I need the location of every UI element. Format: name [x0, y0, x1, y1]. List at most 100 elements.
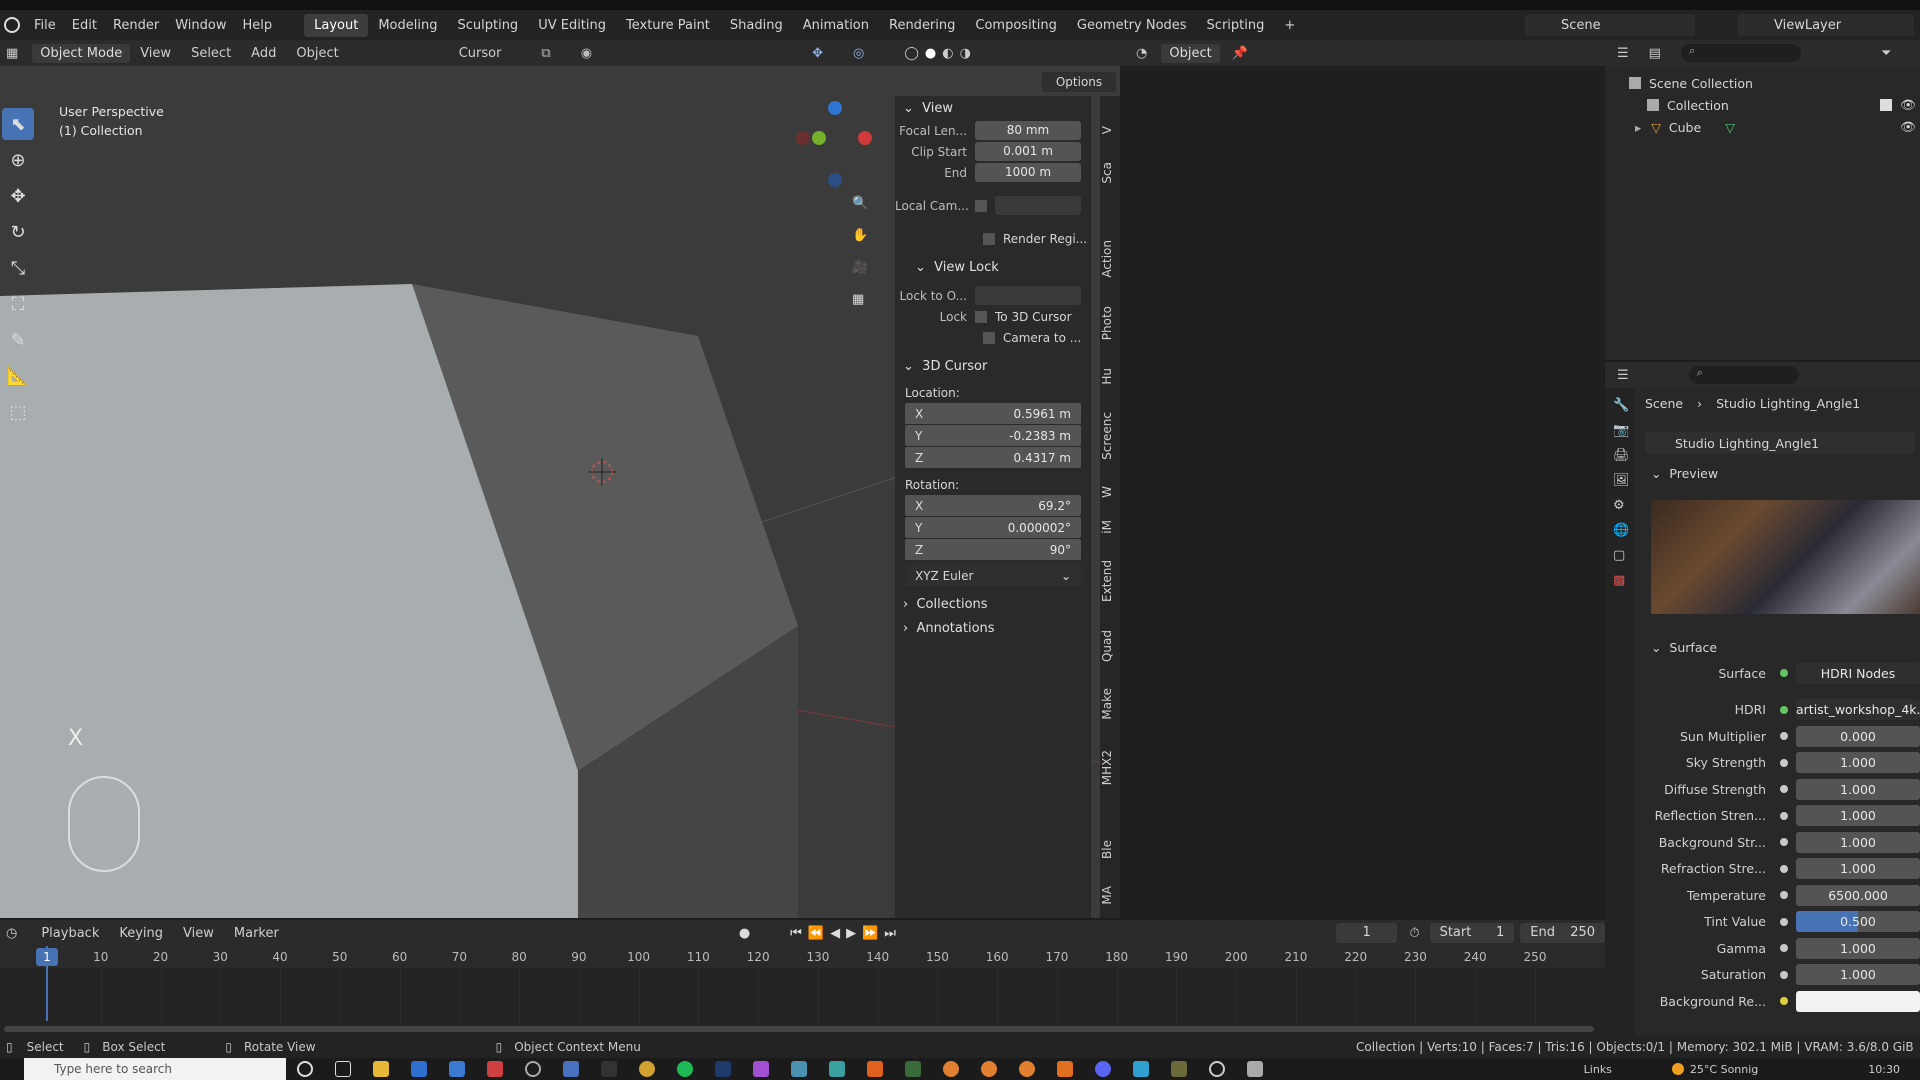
blender-taskbar-icon-3[interactable] [1019, 1061, 1035, 1077]
sidetab-hu[interactable]: Hu [1100, 368, 1120, 385]
render-tab-icon[interactable]: 📷 [1613, 423, 1629, 438]
gizmo-icon[interactable]: ✥ [812, 46, 823, 61]
app-black-icon[interactable] [601, 1061, 617, 1077]
local-camera-field[interactable] [995, 196, 1081, 215]
outliner-scene-collection[interactable]: Scene Collection [1605, 72, 1920, 94]
outliner-cube[interactable]: ▸ ▽ Cube ▽ 👁 [1605, 116, 1920, 138]
app-cyan-icon[interactable] [1133, 1061, 1149, 1077]
header-menu-select[interactable]: Select [181, 46, 241, 61]
sidetab-photo[interactable]: Photo [1100, 306, 1120, 340]
temperature-field[interactable]: 6500.000 [1796, 884, 1920, 906]
header-menu-view[interactable]: View [130, 46, 181, 61]
proportional-icon[interactable]: ◉ [581, 46, 592, 61]
spotify-icon[interactable] [677, 1061, 693, 1077]
annotate-tool-icon[interactable]: ✎ [2, 324, 34, 356]
photoshop-icon[interactable] [715, 1061, 731, 1077]
tab-uv-editing[interactable]: UV Editing [528, 14, 616, 37]
lock-to-object-field[interactable] [975, 286, 1081, 305]
output-tab-icon[interactable]: 🖨 [1613, 448, 1630, 463]
sidetab-ble[interactable]: Ble [1100, 840, 1120, 859]
tab-scripting[interactable]: Scripting [1197, 14, 1275, 37]
shading-wireframe-icon[interactable]: ◯ [904, 46, 919, 61]
gizmo-z-icon[interactable] [828, 101, 842, 115]
clip-start-field[interactable]: 0.001 m [975, 142, 1081, 161]
outliner-editor-icon[interactable]: ☰ [1617, 46, 1629, 61]
outliner-display-icon[interactable]: ▤ [1649, 46, 1661, 61]
navigation-gizmo[interactable] [790, 101, 880, 191]
outliner-filter-icon[interactable]: ⏷ [1881, 46, 1891, 61]
lock-camera-checkbox[interactable] [983, 331, 995, 344]
expand-arrow-icon[interactable]: ▸ [1635, 120, 1641, 135]
refraction-strength-field[interactable]: 1.000 [1796, 858, 1920, 880]
transform-tool-icon[interactable]: ⛶ [2, 288, 34, 320]
gizmo-x-icon[interactable] [858, 131, 872, 145]
tab-texture-paint[interactable]: Texture Paint [616, 14, 720, 37]
cursor-location-x[interactable]: X 0.5961 m [905, 403, 1081, 424]
orientation-icon[interactable]: ◔ [1136, 46, 1147, 61]
settings-icon[interactable] [1209, 1061, 1225, 1077]
gizmo-neg-z-icon[interactable] [828, 173, 842, 187]
sidetab-im[interactable]: iM [1100, 520, 1120, 534]
collection-visibility-icon[interactable]: 👁 [1900, 97, 1916, 113]
app-dark-icon[interactable] [905, 1061, 921, 1077]
prev-keyframe-icon[interactable]: ⏪ [808, 926, 824, 941]
sidetab-mhx2[interactable]: MHX2 [1100, 750, 1120, 785]
outliner-search-input[interactable]: ⌕ [1680, 44, 1801, 62]
cursor-tool-icon[interactable]: ⊕ [2, 144, 34, 176]
app-purple-icon[interactable] [753, 1061, 769, 1077]
view-layer-selector[interactable]: ViewLayer [1738, 14, 1914, 36]
menu-file[interactable]: File [26, 18, 64, 33]
weather-label[interactable]: 25°C Sonnig [1690, 1063, 1758, 1076]
menu-render[interactable]: Render [105, 18, 167, 33]
diffuse-strength-field[interactable]: 1.000 [1796, 778, 1920, 800]
lock-cursor-checkbox[interactable] [975, 310, 987, 323]
taskbar-search-input[interactable]: Type here to search [24, 1058, 286, 1080]
focal-length-field[interactable]: 80 mm [975, 121, 1081, 140]
annotations-panel-header[interactable]: › Annotations [895, 616, 1091, 640]
measure-tool-icon[interactable]: 📐 [2, 360, 34, 392]
gizmo-neg-y-icon[interactable] [796, 131, 810, 145]
sidetab-action[interactable]: Action [1100, 240, 1120, 278]
snap-icon[interactable]: ⧉ [541, 46, 550, 61]
tab-rendering[interactable]: Rendering [879, 14, 965, 37]
timeline-menu-playback[interactable]: Playback [31, 926, 109, 941]
shading-rendered-icon[interactable]: ◑ [960, 46, 971, 61]
cube-visibility-icon[interactable]: 👁 [1900, 119, 1916, 135]
scene-tab-icon[interactable]: ⚙ [1613, 498, 1627, 513]
sidetab-screenc[interactable]: Screenc [1100, 412, 1120, 460]
app-3-icon[interactable] [829, 1061, 845, 1077]
play-icon[interactable]: ▶ [846, 926, 856, 941]
overlay-icon[interactable]: ◎ [853, 46, 864, 61]
scene-selector[interactable]: Scene [1525, 14, 1695, 36]
discord-icon[interactable] [1095, 1061, 1111, 1077]
frame-start-field[interactable]: Start 1 [1429, 923, 1515, 943]
app-olive-icon[interactable] [1171, 1061, 1187, 1077]
sidetab-quad[interactable]: Quad [1100, 630, 1120, 662]
pivot-dropdown[interactable]: Cursor [449, 46, 512, 61]
hdri-field[interactable]: artist_workshop_4k... [1796, 699, 1920, 721]
task-view-icon[interactable] [335, 1061, 351, 1077]
select-tool-icon[interactable]: ⬉ [2, 108, 34, 140]
add-workspace-icon[interactable]: + [1274, 14, 1305, 37]
frame-end-field[interactable]: End 250 [1520, 923, 1606, 943]
breadcrumb-scene[interactable]: Scene [1645, 396, 1683, 411]
timeline-menu-view[interactable]: View [173, 926, 224, 941]
current-frame-field[interactable]: 1 [1335, 923, 1398, 943]
chrome-icon[interactable] [639, 1061, 655, 1077]
clock-label[interactable]: 10:30 [1868, 1063, 1900, 1076]
preview-panel-header[interactable]: ⌄ Preview [1651, 466, 1718, 481]
outlook-icon[interactable] [411, 1061, 427, 1077]
world-datablock-selector[interactable]: Studio Lighting_Angle1 [1645, 432, 1915, 454]
jump-start-icon[interactable]: ⏮ [790, 926, 802, 941]
jump-end-icon[interactable]: ⏭ [884, 926, 896, 941]
sidetab-sca[interactable]: Sca [1100, 162, 1120, 184]
header-menu-object[interactable]: Object [286, 46, 348, 61]
play-reverse-icon[interactable]: ◀ [830, 926, 840, 941]
saturation-field[interactable]: 1.000 [1796, 964, 1920, 986]
sidetab-extend[interactable]: Extend [1100, 560, 1120, 602]
timeline-menu-keying[interactable]: Keying [109, 926, 173, 941]
sidetab-ma[interactable]: MA [1100, 886, 1120, 905]
weather-icon[interactable] [1671, 1063, 1684, 1075]
background-color-swatch[interactable] [1796, 990, 1920, 1012]
tab-geometry-nodes[interactable]: Geometry Nodes [1067, 14, 1197, 37]
